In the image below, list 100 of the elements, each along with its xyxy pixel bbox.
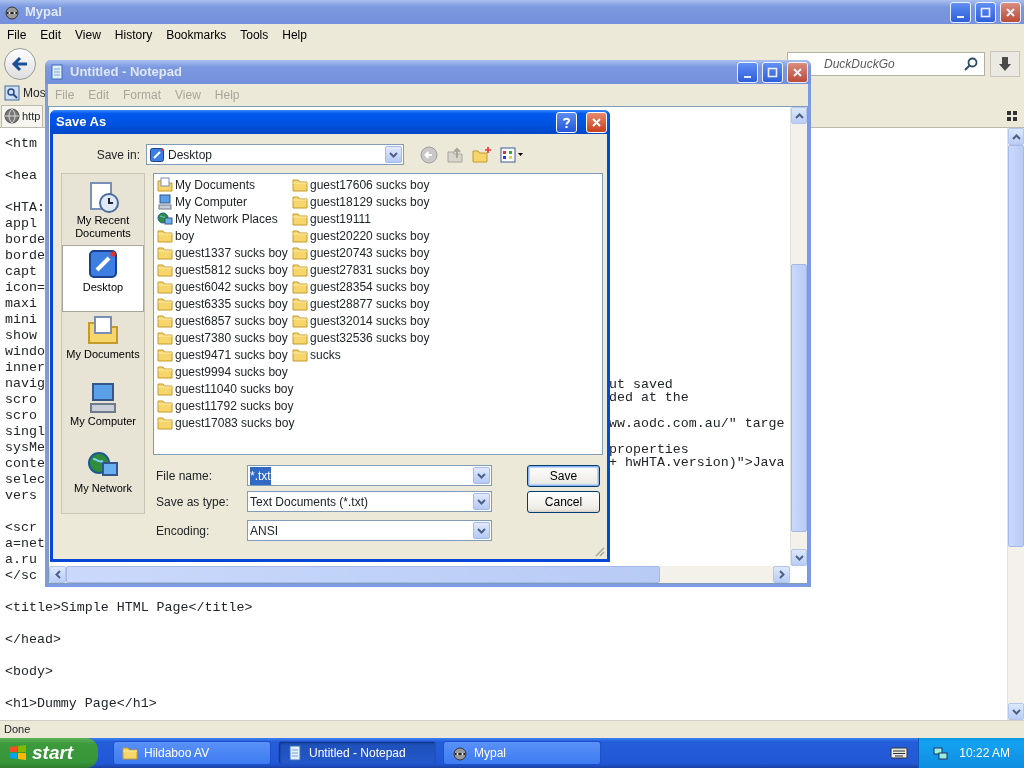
list-entry[interactable]: guest9994 sucks boy <box>175 362 288 381</box>
code-line: vers <box>5 488 37 504</box>
dropdown[interactable]: ANSI <box>247 520 492 541</box>
list-entry[interactable]: boy <box>175 226 195 245</box>
list-entry[interactable]: guest19111 <box>310 209 371 228</box>
minimize-button[interactable] <box>737 61 758 83</box>
code-line: borde <box>5 248 45 264</box>
list-entry[interactable]: guest1337 sucks boy <box>175 243 288 262</box>
scroll-thumb[interactable] <box>791 264 807 532</box>
list-entry[interactable]: guest11792 sucks boy <box>175 396 294 415</box>
vertical-scrollbar[interactable] <box>1007 128 1024 720</box>
folder-icon <box>292 176 308 193</box>
list-entry[interactable]: guest6335 sucks boy <box>175 294 288 313</box>
list-entry[interactable]: guest20220 sucks boy <box>310 226 430 245</box>
search-input[interactable]: DuckDuckGo <box>822 54 964 74</box>
list-entry[interactable]: guest6042 sucks boy <box>175 277 288 296</box>
grid-dots-icon[interactable] <box>1007 110 1017 121</box>
view-menu-icon[interactable] <box>500 146 524 163</box>
minimize-icon <box>744 75 751 78</box>
places-item[interactable]: My Computer <box>62 379 144 446</box>
list-entry[interactable]: guest5812 sucks boy <box>175 260 288 279</box>
code-line: selec <box>5 472 45 488</box>
dropdown[interactable]: Text Documents (*.txt) <box>247 491 492 512</box>
list-entry[interactable]: guest20743 sucks boy <box>310 243 430 262</box>
code-line: show <box>5 328 37 344</box>
menu-item[interactable]: Help <box>275 24 314 46</box>
code-line: <htm <box>5 136 37 152</box>
folder-icon <box>292 261 308 278</box>
down-arrow-icon <box>998 56 1012 72</box>
menu-item[interactable]: Edit <box>33 24 69 46</box>
menu-item[interactable]: Tools <box>233 24 276 46</box>
code-line: mini <box>5 312 37 328</box>
clock: 10:22 AM <box>959 745 1010 762</box>
list-entry[interactable]: guest28354 sucks boy <box>310 277 430 296</box>
back-circle-icon[interactable] <box>420 145 438 164</box>
taskbar-button[interactable]: Mypal <box>443 741 601 765</box>
close-button[interactable] <box>1000 1 1021 23</box>
code-line: windo <box>5 344 45 360</box>
location-dropdown[interactable]: Desktop <box>146 144 404 165</box>
close-icon <box>1004 5 1017 19</box>
code-line: <h1>Dummy Page</h1> <box>5 696 157 712</box>
save-button[interactable]: Save <box>527 464 600 487</box>
window-title: Untitled - Notepad <box>70 63 182 82</box>
places-item[interactable]: My Recent Documents <box>62 178 144 245</box>
keyboard-icon[interactable] <box>890 746 909 760</box>
list-entry[interactable]: My Computer <box>175 192 248 211</box>
list-entry[interactable]: My Network Places <box>175 209 278 228</box>
search-field[interactable]: DuckDuckGo <box>787 52 985 76</box>
windows-flag-icon <box>8 743 28 763</box>
menu-item[interactable]: File <box>0 24 34 46</box>
list-entry[interactable]: guest9471 sucks boy <box>175 345 288 364</box>
taskbar-button[interactable]: Untitled - Notepad <box>278 741 436 765</box>
document-folder-icon <box>157 176 173 193</box>
download-button[interactable] <box>990 51 1020 77</box>
list-entry[interactable]: My Documents <box>175 175 256 194</box>
code-line: appl <box>5 216 37 232</box>
new-folder-icon[interactable] <box>472 145 492 164</box>
folder-icon <box>292 227 308 244</box>
minimize-button[interactable] <box>950 1 971 23</box>
bookmark-page-icon[interactable] <box>4 85 20 101</box>
list-entry[interactable]: guest32536 sucks boy <box>310 328 430 347</box>
network-status-icon[interactable] <box>933 745 950 761</box>
folder-icon <box>292 278 308 295</box>
maximize-button[interactable] <box>975 1 996 23</box>
scroll-thumb[interactable] <box>66 566 660 583</box>
code-line: scro <box>5 392 37 408</box>
list-entry[interactable]: guest28877 sucks boy <box>310 294 430 313</box>
places-item[interactable]: My Network <box>62 446 144 513</box>
maximize-button[interactable] <box>762 61 783 83</box>
menu-item[interactable]: Bookmarks <box>159 24 234 46</box>
menu-item[interactable]: History <box>107 24 160 46</box>
start-button[interactable]: start <box>0 738 98 768</box>
file-name-field[interactable]: *.txt <box>247 465 492 486</box>
scroll-thumb[interactable] <box>1008 145 1024 547</box>
browser-tab[interactable]: http <box>1 104 44 127</box>
list-entry[interactable]: sucks <box>310 345 341 364</box>
folder-icon <box>292 295 308 312</box>
cancel-button[interactable]: Cancel <box>527 490 600 513</box>
list-entry[interactable]: guest17083 sucks boy <box>175 413 295 432</box>
help-button[interactable] <box>556 111 577 133</box>
list-entry[interactable]: guest6857 sucks boy <box>175 311 288 330</box>
places-item[interactable]: My Documents <box>62 312 144 379</box>
list-entry[interactable]: guest32014 sucks boy <box>310 311 430 330</box>
vertical-scrollbar[interactable] <box>790 107 807 566</box>
places-item[interactable]: Desktop <box>62 245 144 312</box>
horizontal-scrollbar[interactable] <box>49 566 790 583</box>
close-button[interactable] <box>787 61 808 83</box>
bookmark-label[interactable]: Mos <box>23 84 46 102</box>
list-entry[interactable]: guest27831 sucks boy <box>310 260 430 279</box>
back-button[interactable] <box>4 48 36 80</box>
code-line: </sc <box>5 568 37 584</box>
list-entry[interactable]: guest18129 sucks boy <box>310 192 430 211</box>
list-entry[interactable]: guest17606 sucks boy <box>310 175 430 194</box>
code-line: icon= <box>5 280 45 296</box>
globe-icon <box>4 108 20 124</box>
resize-grip-icon[interactable] <box>594 546 605 557</box>
list-entry[interactable]: guest11040 sucks boy <box>175 379 294 398</box>
close-button[interactable] <box>586 111 607 133</box>
list-entry[interactable]: guest7380 sucks boy <box>175 328 288 347</box>
menu-item[interactable]: View <box>68 24 108 46</box>
